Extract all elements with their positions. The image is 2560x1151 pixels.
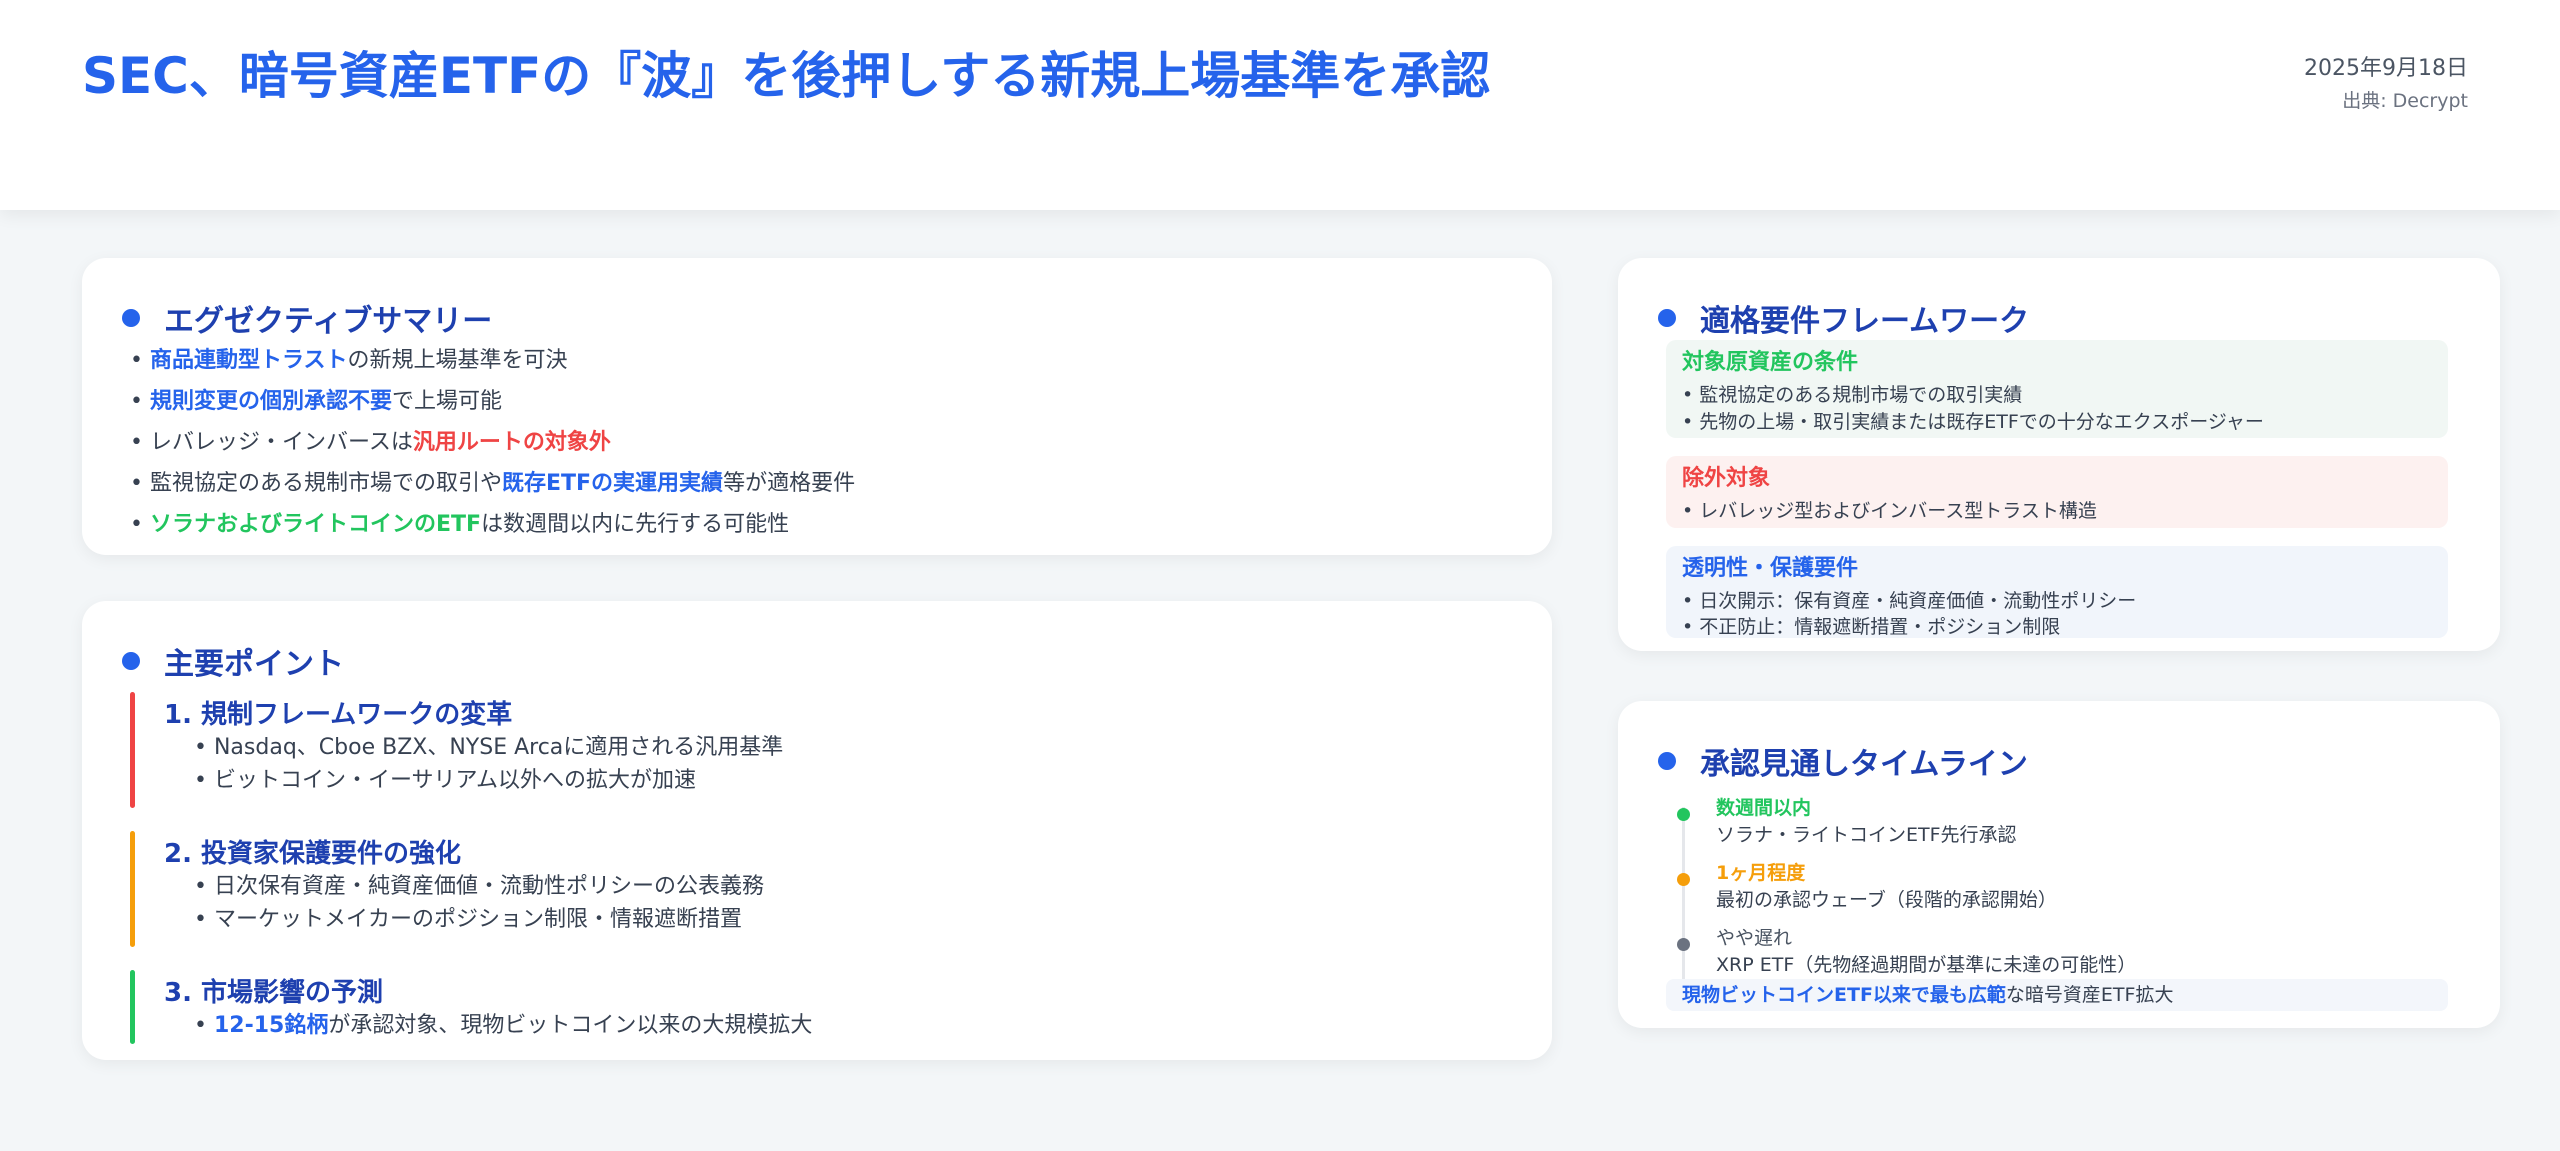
key-points-title: 主要ポイント	[164, 647, 344, 682]
timeline-desc: XRP ETF（先物経過期間が基準に未達の可能性）	[1716, 954, 2137, 976]
source-credit: 出典: Decrypt	[2342, 90, 2468, 112]
key-point-1: 1. 規制フレームワークの変革 • Nasdaq、Cboe BZX、NYSE A…	[130, 692, 1030, 808]
page-title: SEC、暗号資産ETFの『波』を後押しする新規上場基準を承認	[82, 47, 1491, 105]
key-point-line: • 12-15銘柄が承認対象、現物ビットコイン以来の大規模拡大	[194, 1013, 813, 1038]
section-line: • レバレッジ型およびインバース型トラスト構造	[1682, 500, 2097, 522]
framework-section-transparency: 透明性・保護要件 • 日次開示：保有資産・純資産価値・流動性ポリシー • 不正防…	[1666, 546, 2448, 638]
timeline-label: 数週間以内	[1716, 797, 1812, 819]
key-point-line: • ビットコイン・イーサリアム以外への拡大が加速	[194, 768, 696, 793]
bullet-dot-icon	[1658, 752, 1676, 770]
accent-bar-orange	[130, 831, 135, 947]
summary-heading: エグゼクティブサマリー	[122, 296, 492, 340]
framework-title: 適格要件フレームワーク	[1700, 304, 2030, 339]
section-line: • 監視協定のある規制市場での取引実績	[1682, 384, 2023, 406]
summary-item: • レバレッジ・インバースは汎用ルートの対象外	[130, 430, 611, 455]
section-title: 対象原資産の条件	[1682, 350, 1859, 375]
timeline-dot-green	[1677, 808, 1690, 821]
framework-section-eligible-assets: 対象原資産の条件 • 監視協定のある規制市場での取引実績 • 先物の上場・取引実…	[1666, 340, 2448, 438]
key-point-title: 1. 規制フレームワークの変革	[164, 700, 513, 730]
timeline-dot-orange	[1677, 873, 1690, 886]
summary-title: エグゼクティブサマリー	[164, 304, 493, 339]
timeline-label: 1ヶ月程度	[1716, 862, 1806, 884]
timeline-footer: 現物ビットコインETF以来で最も広範な暗号資産ETF拡大	[1666, 979, 2448, 1011]
summary-item: • 監視協定のある規制市場での取引や既存ETFの実運用実績等が適格要件	[130, 471, 856, 496]
timeline-line	[1682, 807, 1685, 992]
summary-item: • ソラナおよびライトコインのETFは数週間以内に先行する可能性	[130, 512, 790, 537]
timeline-card: 承認見通しタイムライン 数週間以内 ソラナ・ライトコインETF先行承認 1ヶ月程…	[1618, 701, 2500, 1028]
key-points-heading: 主要ポイント	[122, 639, 344, 683]
framework-section-exclusions: 除外対象 • レバレッジ型およびインバース型トラスト構造	[1666, 456, 2448, 528]
timeline-label: やや遅れ	[1716, 927, 1793, 949]
summary-item: • 商品連動型トラストの新規上場基準を可決	[130, 348, 568, 373]
publish-date: 2025年9月18日	[2304, 56, 2468, 81]
bullet-dot-icon	[122, 309, 140, 327]
timeline-desc: 最初の承認ウェーブ（段階的承認開始）	[1716, 889, 2057, 911]
key-point-line: • Nasdaq、Cboe BZX、NYSE Arcaに適用される汎用基準	[194, 735, 784, 760]
framework-heading: 適格要件フレームワーク	[1658, 296, 2029, 340]
summary-item: • 規則変更の個別承認不要で上場可能	[130, 389, 503, 414]
timeline-title: 承認見通しタイムライン	[1700, 747, 2028, 782]
bullet-dot-icon	[1658, 309, 1676, 327]
section-line: • 先物の上場・取引実績または既存ETFでの十分なエクスポージャー	[1682, 411, 2264, 433]
key-point-line: • 日次保有資産・純資産価値・流動性ポリシーの公表義務	[194, 874, 764, 899]
key-points-card: 主要ポイント 1. 規制フレームワークの変革 • Nasdaq、Cboe BZX…	[82, 601, 1552, 1060]
timeline-heading: 承認見通しタイムライン	[1658, 739, 2028, 783]
accent-bar-red	[130, 692, 135, 808]
section-line: • 日次開示：保有資産・純資産価値・流動性ポリシー	[1682, 590, 2137, 612]
timeline-dot-gray	[1677, 938, 1690, 951]
bullet-dot-icon	[122, 652, 140, 670]
timeline-desc: ソラナ・ライトコインETF先行承認	[1716, 824, 2017, 846]
accent-bar-green	[130, 970, 135, 1044]
summary-list: • 商品連動型トラストの新規上場基準を可決 • 規則変更の個別承認不要で上場可能…	[130, 340, 855, 545]
key-point-3: 3. 市場影響の予測 • 12-15銘柄が承認対象、現物ビットコイン以来の大規模…	[130, 970, 1030, 1044]
framework-card: 適格要件フレームワーク 対象原資産の条件 • 監視協定のある規制市場での取引実績…	[1618, 258, 2500, 651]
key-point-2: 2. 投資家保護要件の強化 • 日次保有資産・純資産価値・流動性ポリシーの公表義…	[130, 831, 1030, 947]
section-line: • 不正防止：情報遮断措置・ポジション制限	[1682, 616, 2061, 638]
key-point-title: 3. 市場影響の予測	[164, 978, 384, 1008]
page-header: SEC、暗号資産ETFの『波』を後押しする新規上場基準を承認 2025年9月18…	[0, 0, 2560, 210]
section-title: 透明性・保護要件	[1682, 556, 1859, 581]
key-point-title: 2. 投資家保護要件の強化	[164, 839, 462, 869]
key-point-line: • マーケットメイカーのポジション制限・情報遮断措置	[194, 907, 742, 932]
section-title: 除外対象	[1682, 466, 1771, 491]
summary-card: エグゼクティブサマリー • 商品連動型トラストの新規上場基準を可決 • 規則変更…	[82, 258, 1552, 555]
